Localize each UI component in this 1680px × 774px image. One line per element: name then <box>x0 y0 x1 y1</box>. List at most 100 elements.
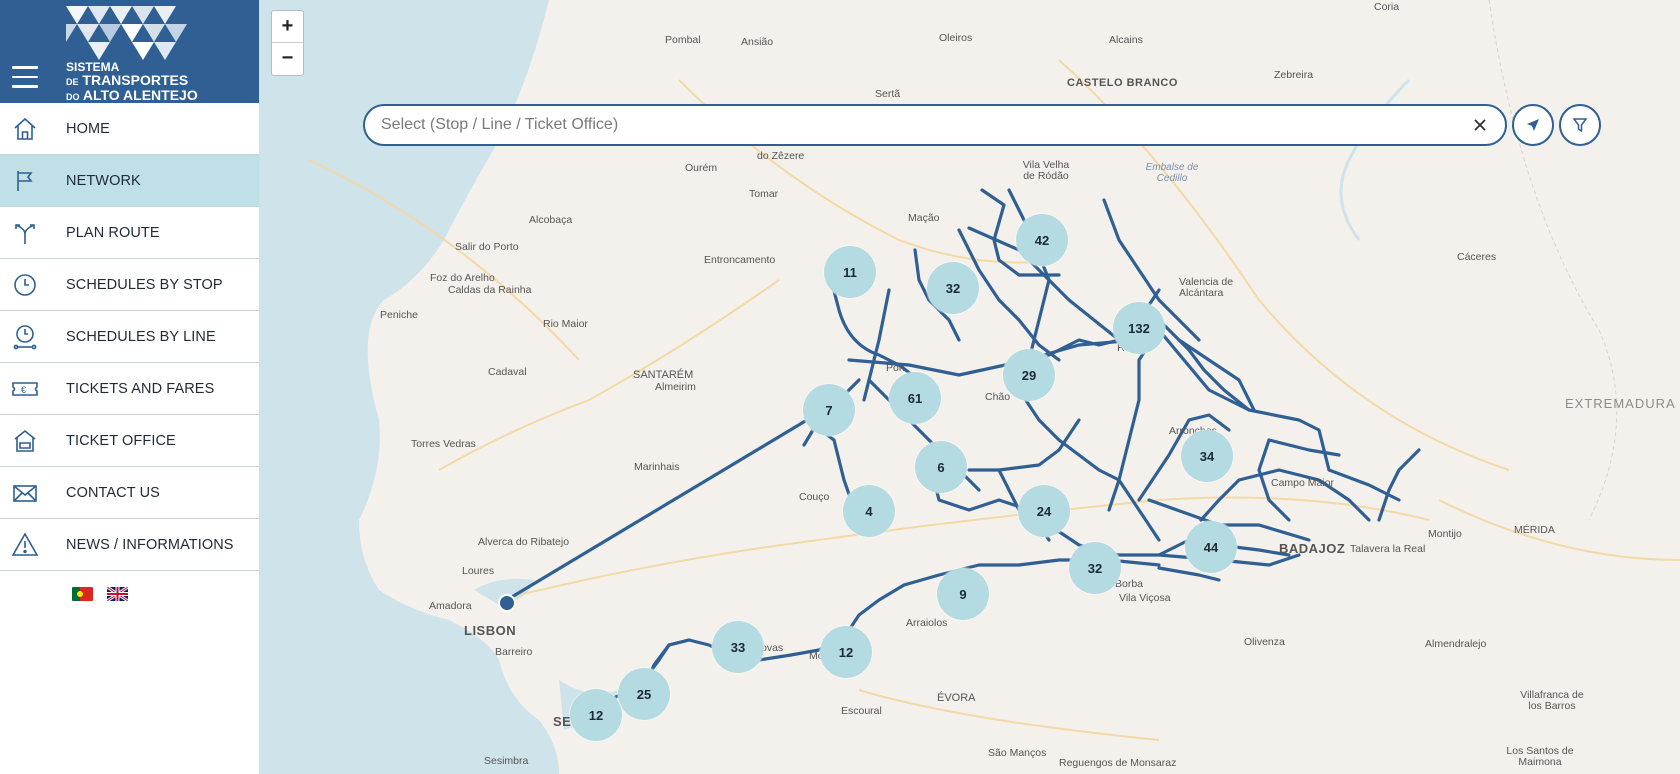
cluster-marker[interactable]: 32 <box>1069 542 1121 594</box>
logo-line-3: ALTO ALENTEJO <box>82 87 198 103</box>
cluster-marker[interactable]: 11 <box>824 246 876 298</box>
header-logo-bar: SISTEMA DE TRANSPORTES DO ALTO ALENTEJO <box>0 0 259 103</box>
nav-item-schedules-by-line[interactable]: SCHEDULES BY LINE <box>0 311 259 363</box>
nav-item-ticket-office[interactable]: TICKET OFFICE <box>0 415 259 467</box>
cluster-marker[interactable]: 6 <box>915 441 967 493</box>
map-label-caldas-da-rainha: Caldas da Rainha <box>448 284 532 296</box>
cluster-marker[interactable]: 34 <box>1181 430 1233 482</box>
map-label-vila-velha-de-rodao: Vila Velha de Ródão <box>1022 159 1070 182</box>
filter-button[interactable] <box>1559 104 1601 146</box>
ticket-office-icon <box>12 428 38 454</box>
locate-arrow-icon <box>1527 119 1539 131</box>
map-label-chao: Chão <box>985 391 1011 403</box>
map-label-talavera-la-real: Talavera la Real <box>1350 543 1426 555</box>
nav-item-news[interactable]: NEWS / INFORMATIONS <box>0 519 259 571</box>
logo-text: SISTEMA DE TRANSPORTES DO ALTO ALENTEJO <box>66 61 198 104</box>
zoom-in-button[interactable]: + <box>272 11 303 43</box>
cluster-marker[interactable]: 132 <box>1113 302 1165 354</box>
map-label-macao: Mação <box>908 212 940 224</box>
map-label-oleiros: Oleiros <box>939 32 973 44</box>
map-label-caceres: Cáceres <box>1457 251 1497 263</box>
map-label-los-santos-de-maimona: Los Santos de Maimona <box>1506 745 1574 768</box>
map-label-ourem: Ourém <box>685 162 718 174</box>
map-label-almendralejo: Almendralejo <box>1425 638 1487 650</box>
map-label-sao-mancos: São Manços <box>988 747 1047 759</box>
map-label-loures: Loures <box>462 565 495 577</box>
map-label-peniche: Peniche <box>380 309 418 321</box>
map-label-extremadura: EXTREMADURA <box>1565 396 1676 411</box>
cluster-marker[interactable]: 25 <box>618 668 670 720</box>
map-label-castelo-branco: CASTELO BRANCO <box>1067 77 1178 89</box>
sidebar: SISTEMA DE TRANSPORTES DO ALTO ALENTEJO … <box>0 0 260 774</box>
nav-item-home[interactable]: HOME <box>0 103 259 155</box>
nav-label-contact-us: CONTACT US <box>66 484 160 501</box>
search-input[interactable] <box>379 115 1469 135</box>
cluster-marker[interactable]: 4 <box>843 485 895 537</box>
cluster-marker[interactable]: 44 <box>1185 521 1237 573</box>
cluster-marker[interactable]: 32 <box>927 262 979 314</box>
warning-icon <box>12 531 38 558</box>
map-label-alverca-do-ribatejo: Alverca do Ribatejo <box>478 536 570 548</box>
cluster-marker[interactable]: 29 <box>1003 349 1055 401</box>
cluster-marker[interactable]: 12 <box>570 689 622 741</box>
locate-button[interactable] <box>1512 104 1554 146</box>
map-label-campo-maior: Campo Maior <box>1271 477 1335 489</box>
home-icon <box>12 116 38 142</box>
cluster-marker[interactable]: 9 <box>937 568 989 620</box>
map-label-barreiro: Barreiro <box>495 646 533 658</box>
filter-icon <box>1572 118 1588 133</box>
nav-item-schedules-by-stop[interactable]: SCHEDULES BY STOP <box>0 259 259 311</box>
map-area[interactable]: + − Coria Pombal Ansião Oleiros Alcains … <box>259 0 1680 774</box>
cluster-marker[interactable]: 7 <box>803 384 855 436</box>
selected-stop-marker[interactable] <box>498 594 516 612</box>
clock-icon <box>12 272 38 298</box>
portugal-flag-icon[interactable] <box>72 587 93 601</box>
map-label-serta: Sertã <box>875 88 901 100</box>
logo-line-2-small: DE <box>66 77 79 87</box>
map-label-tomar: Tomar <box>749 188 779 200</box>
map-label-almeirim: Almeirim <box>655 381 696 393</box>
cluster-marker[interactable]: 24 <box>1018 485 1070 537</box>
map-label-valencia-de-alcantara: Valencia de Alcántara <box>1179 276 1234 299</box>
nav-label-network: NETWORK <box>66 172 141 189</box>
map-label-rio-maior: Rio Maior <box>543 318 588 330</box>
nav-item-tickets-and-fares[interactable]: € TICKETS AND FARES <box>0 363 259 415</box>
map-label-vendas-novas-partial: ovas <box>761 642 784 654</box>
route-split-icon <box>12 220 38 246</box>
map-label-ansiao: Ansião <box>741 36 774 48</box>
cluster-marker[interactable]: 61 <box>889 372 941 424</box>
nav-label-ticket-office: TICKET OFFICE <box>66 432 176 449</box>
clock-line-icon <box>12 324 38 350</box>
map-label-alcobaca: Alcobaça <box>529 214 573 226</box>
clear-icon[interactable] <box>1469 114 1491 136</box>
euro-ticket-icon: € <box>12 376 38 402</box>
map-label-entroncamento: Entroncamento <box>704 254 776 266</box>
cluster-marker[interactable]: 12 <box>820 626 872 678</box>
map-label-embalse-de-cedillo: Embalse de Cedillo <box>1145 162 1199 184</box>
nav-label-home: HOME <box>66 120 110 137</box>
map-label-badajoz: BADAJOZ <box>1279 541 1346 556</box>
svg-text:€: € <box>21 385 26 395</box>
map-label-torres-vedras: Torres Vedras <box>411 438 476 450</box>
map-label-zebreira: Zebreira <box>1274 69 1314 81</box>
zoom-out-button[interactable]: − <box>272 43 303 74</box>
nav-item-plan-route[interactable]: PLAN ROUTE <box>0 207 259 259</box>
map-label-lisbon: LISBON <box>464 623 517 638</box>
map-label-sesimbra: Sesimbra <box>484 755 529 767</box>
logo-line-2: TRANSPORTES <box>82 72 189 88</box>
map-label-salir-do-porto: Salir do Porto <box>455 241 519 253</box>
map-label-borba-partial: Borba <box>1115 578 1144 590</box>
map-label-vila-vicosa: Vila Viçosa <box>1119 592 1171 604</box>
nav-item-contact-us[interactable]: CONTACT US <box>0 467 259 519</box>
map-label-villafranca-de-los-barros: Villafranca de los Barros <box>1520 689 1584 712</box>
menu-icon[interactable] <box>12 66 38 88</box>
cluster-marker[interactable]: 42 <box>1016 214 1068 266</box>
uk-flag-icon[interactable] <box>107 587 128 601</box>
nav-item-network[interactable]: NETWORK <box>0 155 259 207</box>
zoom-control: + − <box>271 10 304 76</box>
search-bar <box>363 104 1507 146</box>
cluster-marker[interactable]: 33 <box>712 621 764 673</box>
map-label-alcains: Alcains <box>1109 34 1143 46</box>
map-label-merida: MÉRIDA <box>1514 524 1555 536</box>
language-switcher <box>72 587 259 601</box>
